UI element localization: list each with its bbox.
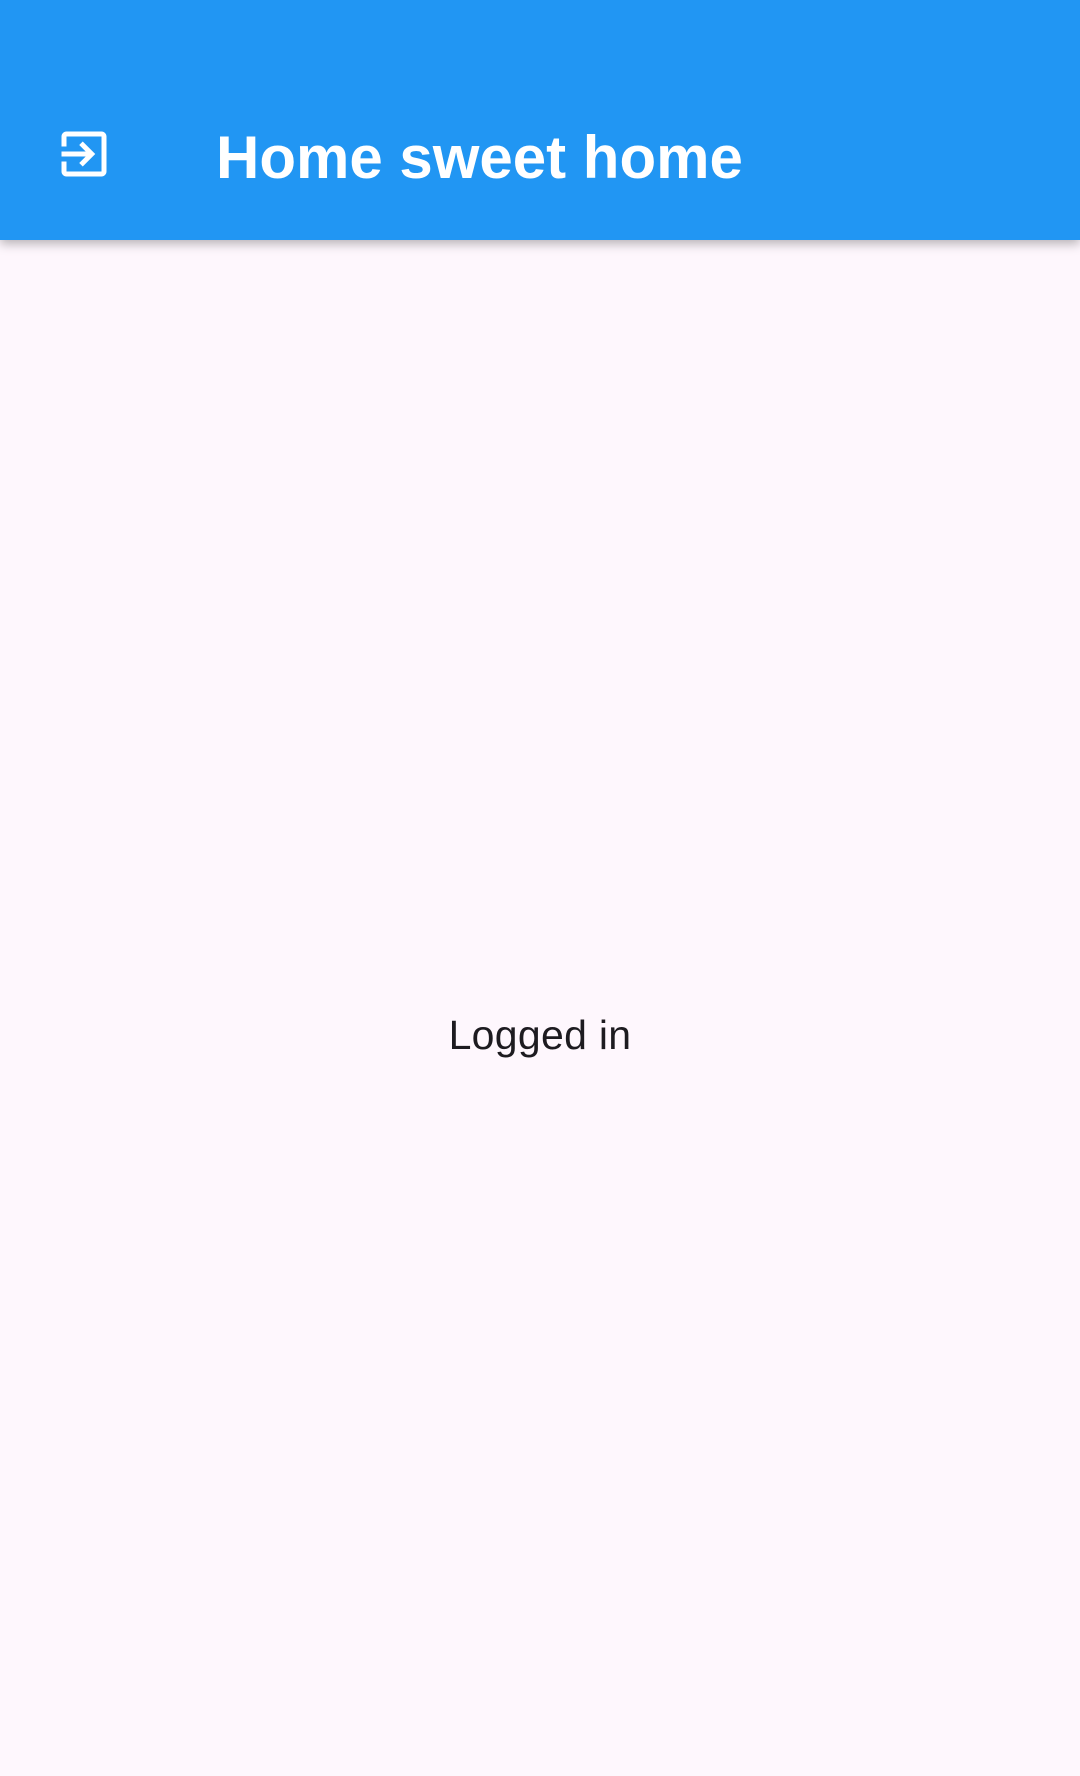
login-status-text: Logged in [448,1011,632,1058]
page-title: Home sweet home [216,124,743,191]
exit-to-app-button[interactable] [36,106,132,202]
main-content: Logged in [0,240,1080,1776]
exit-to-app-icon [61,131,107,177]
app-bar: Home sweet home [0,0,1080,240]
